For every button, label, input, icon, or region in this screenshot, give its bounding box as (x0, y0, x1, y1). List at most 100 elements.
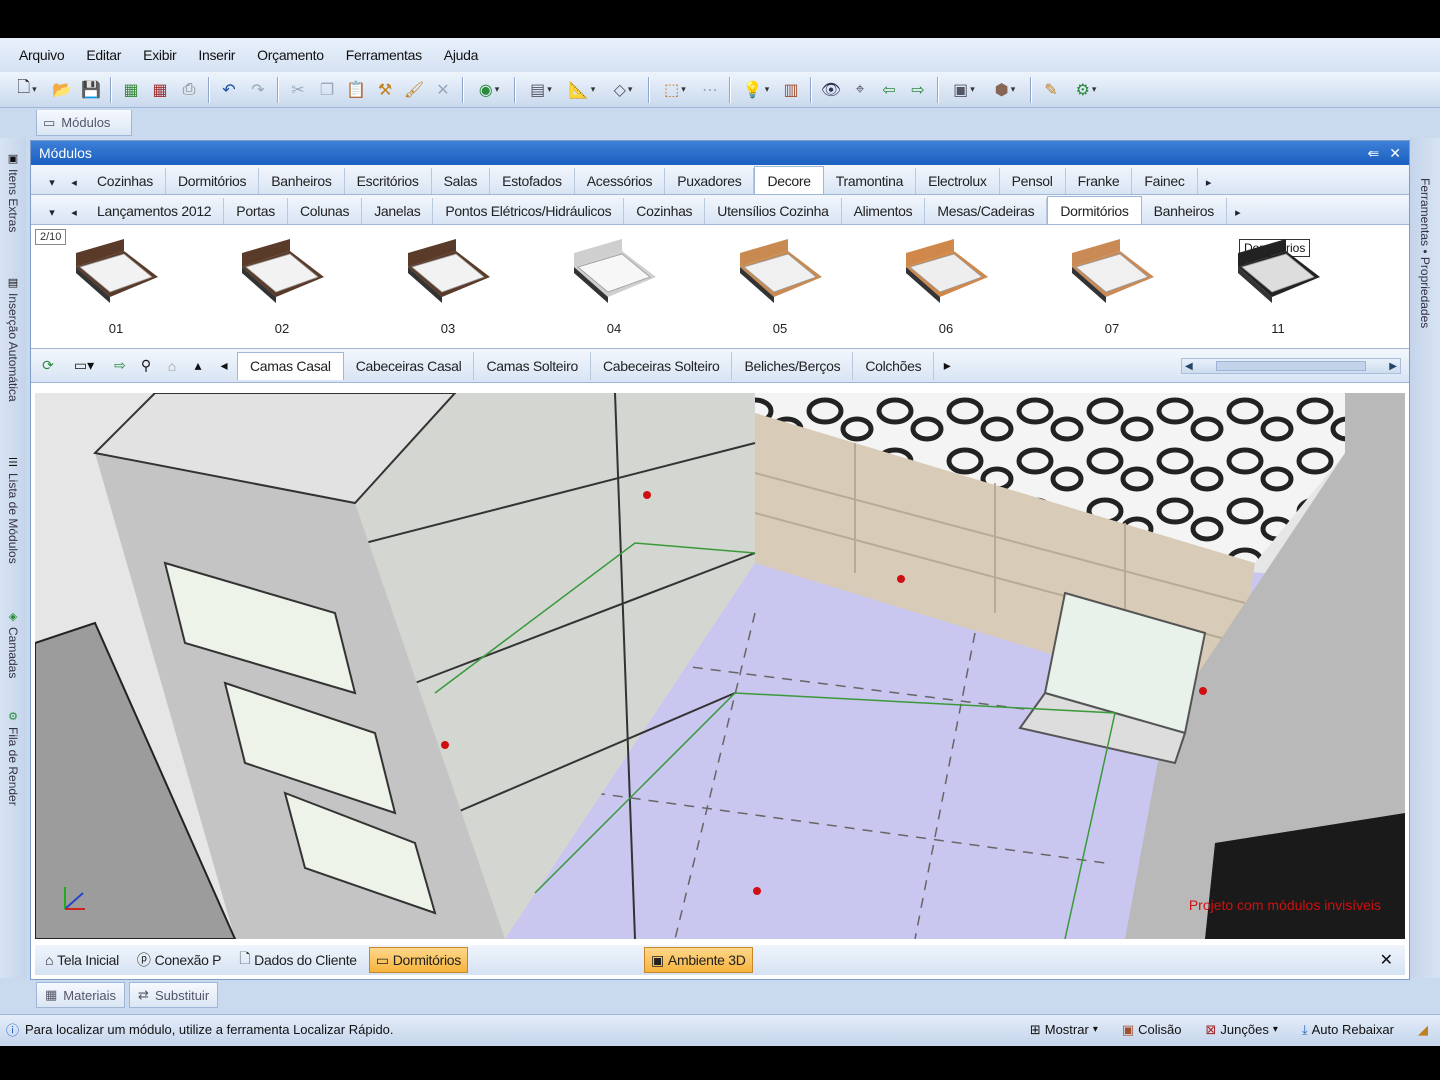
tab-brand-2[interactable]: Banheiros (259, 168, 345, 194)
tab-brand-11[interactable]: Pensol (1000, 168, 1066, 194)
open-folder-icon[interactable]: 📂 (49, 77, 75, 103)
tab-category-7[interactable]: Alimentos (842, 198, 926, 224)
window-tab-1[interactable]: ⓟ Conexão P (131, 947, 227, 973)
menu-orcamento[interactable]: Orçamento (246, 47, 335, 63)
tab-brand-7[interactable]: Puxadores (665, 168, 755, 194)
resize-grip-icon[interactable]: ◢ (1406, 1022, 1440, 1038)
module-item-01[interactable]: 01 (61, 237, 171, 343)
tab-brand-8[interactable]: Decore (754, 166, 824, 194)
globe-icon[interactable]: ◉ (470, 77, 508, 103)
arrow-left-icon[interactable]: ⇦ (876, 77, 902, 103)
module-item-03[interactable]: 03 (393, 237, 503, 343)
module-item-06[interactable]: 06 (891, 237, 1001, 343)
menu-ferramentas[interactable]: Ferramentas (335, 47, 433, 63)
colisao-button[interactable]: ▣ Colisão (1110, 1022, 1194, 1038)
eye-icon[interactable]: 👁 (818, 77, 844, 103)
rail-lista-modulos[interactable]: ☰ Lista de Módulos (4, 456, 22, 564)
3d-viewport[interactable]: Projeto com módulos invisíveis (35, 393, 1405, 939)
tab-brand-12[interactable]: Franke (1066, 168, 1133, 194)
copy-icon[interactable]: ❐ (314, 77, 340, 103)
tab-category-8[interactable]: Mesas/Cadeiras (925, 198, 1048, 224)
menu-exibir[interactable]: Exibir (132, 47, 187, 63)
tab-brand-6[interactable]: Acessórios (575, 168, 666, 194)
binoculars-icon[interactable]: ⚲ (133, 354, 159, 378)
tab-category-6[interactable]: Utensílios Cozinha (705, 198, 842, 224)
tab-category-4[interactable]: Pontos Elétricos/Hidráulicos (433, 198, 625, 224)
window-tab-3[interactable]: ▭ Dormitórios (368, 947, 468, 973)
tab-sub-3[interactable]: Cabeceiras Solteiro (591, 351, 733, 380)
save-icon[interactable]: 💾 (78, 77, 104, 103)
arrow-right-icon[interactable]: ⇨ (905, 77, 931, 103)
align-icon[interactable]: ⋯ (697, 77, 723, 103)
tab-sub-4[interactable]: Beliches/Berços (732, 351, 854, 380)
category-next-icon[interactable]: ▸ (1227, 200, 1249, 224)
insert-icon[interactable]: ⇨ (107, 354, 133, 378)
material-icon[interactable]: ▥ (778, 77, 804, 103)
category-dropdown-icon[interactable]: ▾ (41, 200, 63, 224)
module-item-07[interactable]: 07 (1057, 237, 1167, 343)
menu-ajuda[interactable]: Ajuda (433, 47, 489, 63)
module-item-04[interactable]: 04 (559, 237, 669, 343)
tab-category-5[interactable]: Cozinhas (624, 198, 706, 224)
modules-doc-tab[interactable]: ▭ Módulos (36, 110, 132, 136)
rail-camadas[interactable]: ◈ Camadas (4, 610, 22, 678)
rail-ferramentas-propriedades[interactable]: Ferramentas • Propriedades (1418, 178, 1432, 328)
tabs-prev-icon[interactable]: ◂ (63, 170, 85, 194)
module-item-11[interactable]: 11 (1223, 237, 1333, 343)
tab-brand-5[interactable]: Estofados (490, 168, 575, 194)
paste-icon[interactable]: 📋 (343, 77, 369, 103)
shape-icon[interactable]: ◇ (604, 77, 642, 103)
module-item-02[interactable]: 02 (227, 237, 337, 343)
tab-brand-10[interactable]: Electrolux (916, 168, 1000, 194)
printer-icon[interactable]: ⎙ (176, 77, 202, 103)
close-icon[interactable]: ✕ (1389, 145, 1401, 162)
juncoes-button[interactable]: ⊠ Junções ▾ (1194, 1022, 1290, 1038)
tab-brand-3[interactable]: Escritórios (345, 168, 432, 194)
window-tab-0[interactable]: ⌂ Tela Inicial (39, 947, 125, 973)
cube-icon[interactable]: ⬢ (986, 77, 1024, 103)
tab-substituir[interactable]: ⇄ Substituir (129, 982, 219, 1008)
3d-scene[interactable] (35, 393, 1405, 939)
redo-icon[interactable]: ↷ (245, 77, 271, 103)
print-icon[interactable]: ▦ (118, 77, 144, 103)
tab-sub-5[interactable]: Colchões (853, 351, 935, 380)
tab-category-0[interactable]: Lançamentos 2012 (85, 198, 225, 224)
light-bulb-icon[interactable]: 💡 (737, 77, 775, 103)
mostrar-button[interactable]: ⊞ Mostrar ▾ (1018, 1022, 1110, 1038)
undo-icon[interactable]: ↶ (216, 77, 242, 103)
scroll-right-icon[interactable]: ▶ (1389, 361, 1397, 372)
rail-insercao-automatica[interactable]: ▤ Inserção Automática (4, 276, 22, 402)
tab-brand-13[interactable]: Fainec (1132, 168, 1198, 194)
scroll-thumb[interactable] (1216, 361, 1366, 371)
category-prev-icon[interactable]: ◂ (63, 200, 85, 224)
delete-icon[interactable]: ✕ (430, 77, 456, 103)
measure-icon[interactable]: 📐 (563, 77, 601, 103)
cut-icon[interactable]: ✂ (285, 77, 311, 103)
rail-fila-render[interactable]: ⚙ Fila de Render (4, 710, 22, 806)
menu-editar[interactable]: Editar (75, 47, 132, 63)
tab-brand-4[interactable]: Salas (432, 168, 491, 194)
refresh-icon[interactable]: ⟳ (35, 354, 61, 378)
tab-category-2[interactable]: Colunas (288, 198, 363, 224)
tabs-dropdown-icon[interactable]: ▾ (41, 170, 63, 194)
window-icon[interactable]: ▣ (945, 77, 983, 103)
size-dropdown-icon[interactable]: ▭▾ (61, 354, 107, 378)
tab-brand-1[interactable]: Dormitórios (166, 168, 260, 194)
module-item-05[interactable]: 05 (725, 237, 835, 343)
sub-prev-icon[interactable]: ◂ (211, 354, 237, 378)
rail-itens-extras[interactable]: ▣ Itens Extras (4, 152, 22, 232)
tab-category-3[interactable]: Janelas (362, 198, 434, 224)
wand-icon[interactable]: ✎ (1038, 77, 1064, 103)
menu-inserir[interactable]: Inserir (187, 47, 246, 63)
tab-sub-2[interactable]: Camas Solteiro (474, 351, 591, 380)
auto-rebaixar-button[interactable]: ⤓ Auto Rebaixar (1290, 1022, 1406, 1038)
layout-icon[interactable]: ▤ (522, 77, 560, 103)
tab-brand-9[interactable]: Tramontina (824, 168, 917, 194)
paint-brush-icon[interactable]: 🖌 (401, 77, 427, 103)
tab-category-1[interactable]: Portas (224, 198, 288, 224)
tab-sub-1[interactable]: Cabeceiras Casal (344, 351, 475, 380)
close-window-icon[interactable]: ✕ (1380, 950, 1393, 970)
pin-icon[interactable]: ⇚ (1368, 145, 1380, 162)
tabs-next-icon[interactable]: ▸ (1198, 170, 1220, 194)
tab-brand-0[interactable]: Cozinhas (85, 168, 166, 194)
